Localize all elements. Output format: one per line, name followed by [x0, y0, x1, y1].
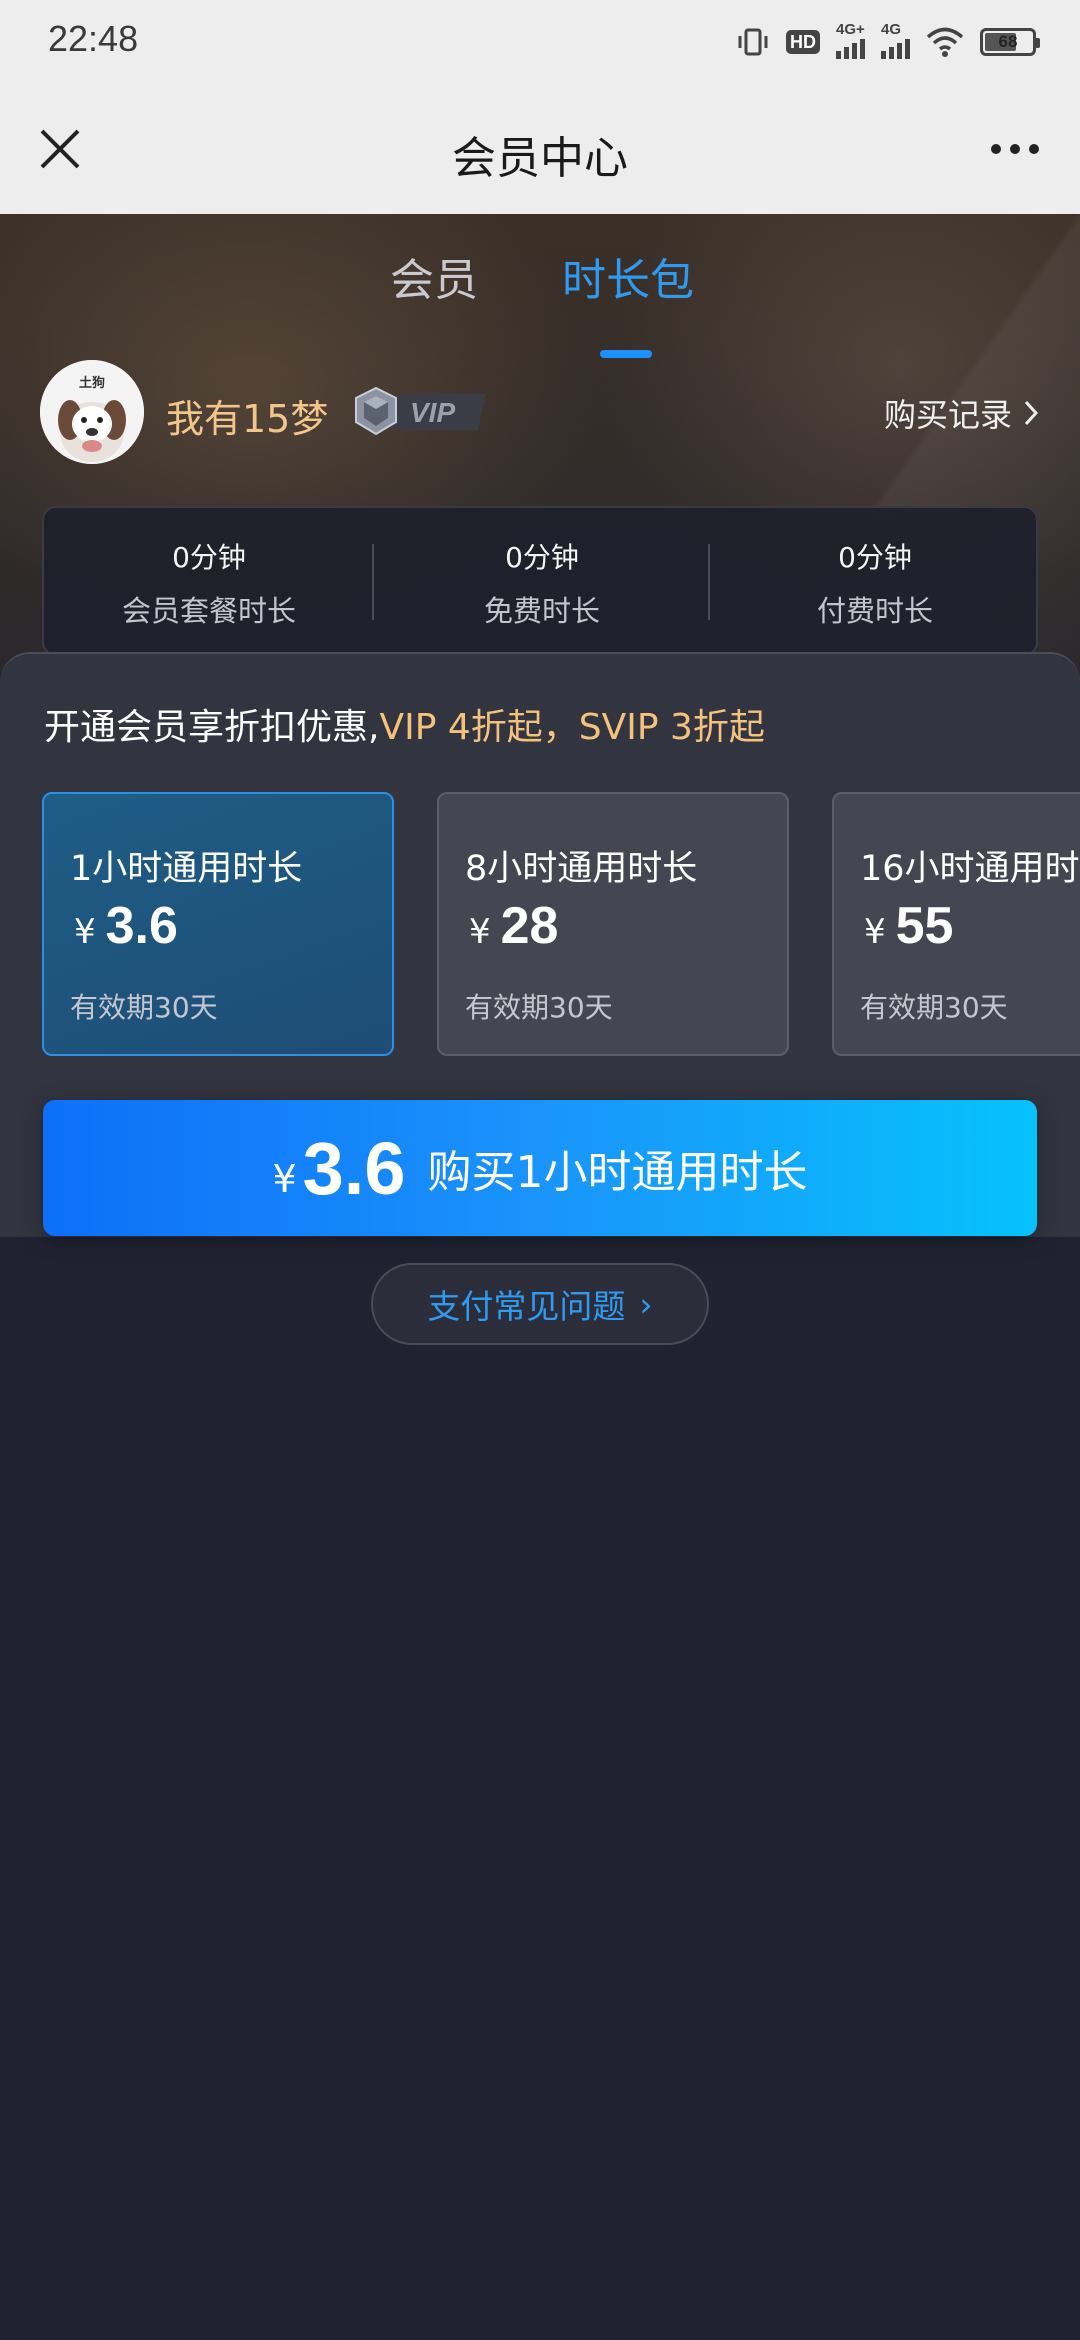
currency-symbol: ¥ [469, 912, 491, 952]
svg-text:VIP: VIP [410, 397, 455, 428]
stat-free-duration: 0分钟 免费时长 [377, 536, 707, 630]
package-price: ¥ 3.6 [74, 896, 178, 956]
stat-value: 0分钟 [172, 541, 246, 574]
tab-bar: 会员 时长包 [0, 244, 1080, 358]
tab-duration-pack[interactable]: 时长包 [562, 244, 694, 308]
username: 我有15梦 [166, 397, 329, 441]
package-price: ¥ 55 [864, 896, 953, 956]
package-validity: 有效期30天 [70, 991, 218, 1024]
divider [372, 544, 374, 620]
faq-label: 支付常见问题 [427, 1287, 626, 1326]
tab-indicator [600, 350, 652, 358]
status-icons: HD 4G+ 4G 68 [736, 21, 1040, 62]
stat-paid-duration: 0分钟 付费时长 [710, 536, 1040, 630]
avatar-caption: 土狗 [78, 376, 105, 391]
battery-icon: 68 [980, 28, 1040, 56]
promo-prefix: 开通会员享折扣优惠, [44, 707, 380, 748]
buy-button[interactable]: ¥ 3.6 购买1小时通用时长 [43, 1100, 1037, 1236]
package-card-1h[interactable]: 1小时通用时长 ¥ 3.6 有效期30天 [42, 792, 394, 1056]
package-card-16h[interactable]: 16小时通用时 ¥ 55 有效期30天 [832, 792, 1080, 1056]
buy-amount: 3.6 [302, 1126, 406, 1210]
stat-label: 付费时长 [816, 594, 933, 628]
package-title: 16小时通用时 [860, 849, 1080, 889]
payment-faq-button[interactable]: 支付常见问题 › [371, 1263, 709, 1345]
stat-label: 会员套餐时长 [121, 594, 296, 628]
promo-text: 开通会员享折扣优惠,VIP 4折起，SVIP 3折起 [44, 698, 765, 750]
buy-currency: ¥ [272, 1157, 297, 1201]
buy-label: 购买1小时通用时长 [427, 1147, 808, 1198]
profile-row: 土狗 我有15梦 VIP 购买记录 [40, 360, 1040, 470]
price-amount: 28 [500, 897, 559, 955]
price-amount: 55 [895, 897, 954, 955]
currency-symbol: ¥ [74, 912, 96, 952]
wifi-icon [926, 27, 964, 57]
duration-stats: 0分钟 会员套餐时长 0分钟 免费时长 0分钟 付费时长 [42, 506, 1038, 656]
package-title: 8小时通用时长 [465, 849, 698, 889]
status-bar: 22:48 HD 4G+ 4G 68 [0, 0, 1080, 84]
tab-member[interactable]: 会员 [390, 244, 478, 308]
more-icon[interactable] [980, 124, 1050, 174]
package-list: 1小时通用时长 ¥ 3.6 有效期30天 8小时通用时长 ¥ 28 有效期30天… [42, 792, 1080, 1062]
package-validity: 有效期30天 [465, 991, 613, 1024]
page-title: 会员中心 [452, 133, 628, 184]
stat-value: 0分钟 [505, 541, 579, 574]
signal-4g-icon: 4G [881, 21, 910, 59]
vip-badge: VIP [355, 386, 486, 436]
chevron-right-icon [1024, 400, 1039, 426]
package-card-8h[interactable]: 8小时通用时长 ¥ 28 有效期30天 [437, 792, 789, 1056]
stat-package-duration: 0分钟 会员套餐时长 [44, 536, 374, 630]
package-validity: 有效期30天 [860, 991, 1008, 1024]
signal-4g-plus-icon: 4G+ [836, 21, 865, 59]
package-price: ¥ 28 [469, 896, 558, 956]
avatar[interactable]: 土狗 [40, 360, 144, 464]
currency-symbol: ¥ [864, 912, 886, 952]
nav-bar: 会员中心 [0, 84, 1080, 214]
purchase-record-link[interactable]: 购买记录 [884, 390, 1040, 436]
status-time: 22:48 [48, 18, 139, 59]
chevron-right-icon: › [639, 1284, 653, 1324]
purchase-record-label: 购买记录 [883, 396, 1012, 434]
price-amount: 3.6 [105, 897, 178, 955]
stat-label: 免费时长 [483, 594, 600, 628]
vibrate-icon [738, 28, 768, 56]
package-title: 1小时通用时长 [70, 849, 303, 889]
promo-highlight: VIP 4折起，SVIP 3折起 [379, 707, 765, 748]
stat-value: 0分钟 [838, 541, 912, 574]
hd-icon: HD [786, 30, 820, 54]
